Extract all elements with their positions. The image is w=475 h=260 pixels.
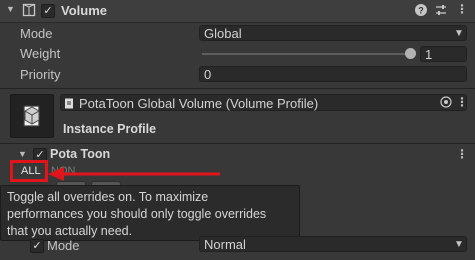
priority-label: Priority: [20, 67, 61, 82]
mode-label: Mode: [20, 26, 53, 41]
mode-override-label: Mode: [47, 238, 80, 253]
tooltip: Toggle all overrides on. To maximize per…: [0, 185, 300, 241]
tooltip-line: performances you should only toggle over…: [7, 207, 267, 221]
weight-field[interactable]: 1: [420, 46, 467, 62]
presets-icon[interactable]: [434, 3, 448, 20]
svg-text:?: ?: [418, 6, 424, 16]
mode-override-dropdown[interactable]: Normal: [199, 236, 467, 252]
override-foldout-icon[interactable]: ▼: [18, 149, 27, 159]
weight-value: 1: [425, 47, 433, 62]
help-icon[interactable]: ?: [414, 3, 428, 20]
foldout-arrow-icon[interactable]: ▼: [6, 4, 15, 14]
component-title: Volume: [61, 3, 107, 18]
priority-field[interactable]: 0: [199, 66, 467, 82]
all-button[interactable]: ALL: [21, 165, 41, 177]
profile-caption: Instance Profile: [63, 122, 157, 136]
chevron-down-icon: ▼: [454, 28, 464, 39]
mode-override-value: Normal: [204, 237, 246, 252]
weight-slider-handle[interactable]: [405, 48, 416, 59]
profile-thumbnail: [10, 94, 54, 138]
tooltip-line: Toggle all overrides on. To maximize: [7, 190, 209, 204]
mode-override-checkbox[interactable]: ✓: [30, 239, 44, 253]
mode-dropdown[interactable]: Global: [199, 25, 467, 41]
override-divider: [0, 143, 475, 144]
weight-slider-track[interactable]: [202, 53, 414, 55]
profile-asset-field[interactable]: PotaToon Global Volume (Volume Profile): [60, 94, 467, 111]
more-icon[interactable]: ⋮: [456, 2, 468, 16]
weight-label: Weight: [20, 46, 61, 61]
chevron-down-icon: ▼: [454, 239, 464, 250]
volume-component-icon: [22, 3, 36, 20]
profile-asset-name: PotaToon Global Volume (Volume Profile): [79, 96, 319, 111]
mode-value: Global: [204, 26, 242, 41]
override-title: Pota Toon: [50, 147, 111, 161]
object-picker-icon[interactable]: [440, 96, 452, 111]
component-enabled-checkbox[interactable]: ✓: [41, 4, 55, 18]
priority-value: 0: [204, 67, 212, 82]
section-divider: [0, 88, 475, 89]
annotation-arrow: [48, 167, 220, 181]
asset-icon: [64, 97, 75, 112]
override-more-icon[interactable]: ⋮: [456, 147, 468, 161]
profile-more-icon[interactable]: ⋮: [456, 95, 468, 109]
